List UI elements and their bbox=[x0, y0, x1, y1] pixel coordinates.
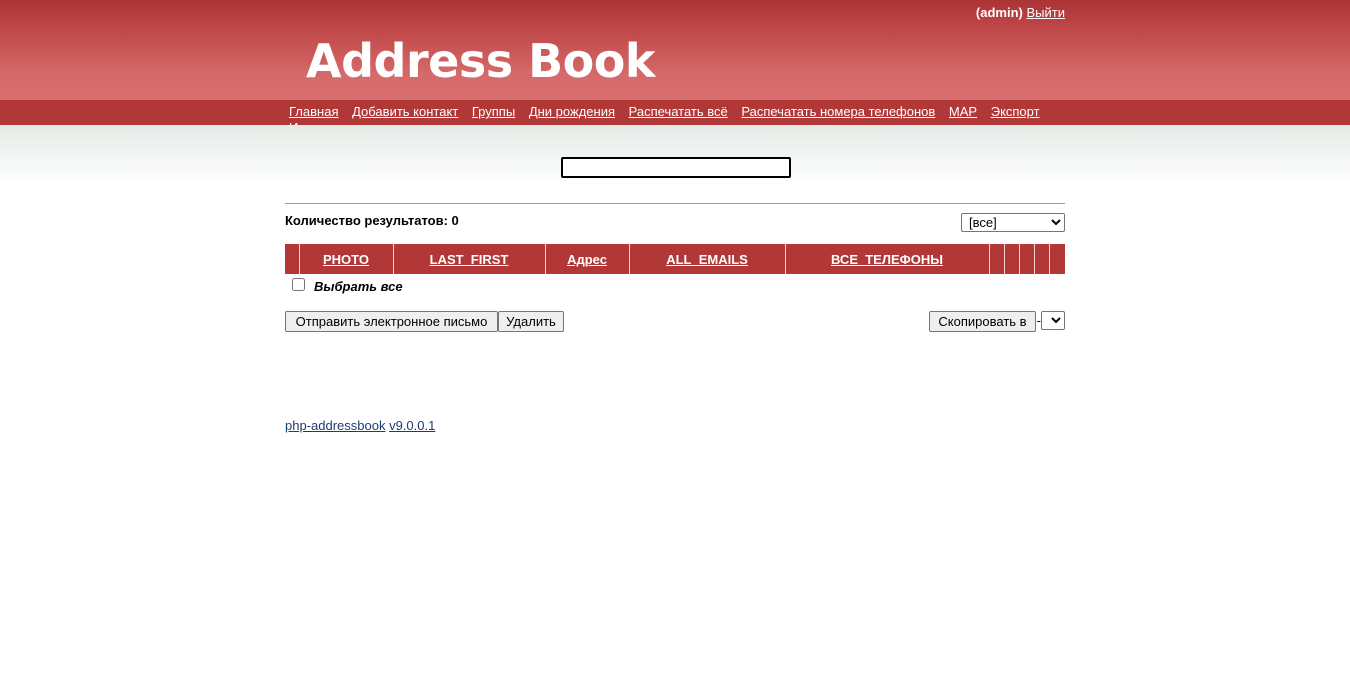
nav-print-phones-link[interactable]: Распечатать номера телефонов bbox=[741, 104, 935, 119]
send-email-button[interactable]: Отправить электронное письмо bbox=[285, 311, 498, 332]
column-header-all-phones[interactable]: ВСЕ_ТЕЛЕФОНЫ bbox=[784, 244, 989, 274]
nav-print-all-link[interactable]: Распечатать всё bbox=[629, 104, 728, 119]
table-header-row: PHOTO LAST_FIRST Адрес ALL_EMAILS ВСЕ_ТЕ… bbox=[285, 244, 1065, 274]
sort-all-emails-link[interactable]: ALL_EMAILS bbox=[666, 252, 748, 267]
copy-target-select[interactable] bbox=[1041, 311, 1065, 330]
nav-birthdays-link[interactable]: Дни рождения bbox=[529, 104, 615, 119]
copy-to-group: Скопировать в - bbox=[925, 311, 1065, 332]
group-filter-select[interactable]: [все] bbox=[961, 213, 1065, 232]
select-all-checkbox[interactable] bbox=[292, 278, 305, 291]
column-header-blank bbox=[1018, 244, 1034, 274]
column-header-all-emails[interactable]: ALL_EMAILS bbox=[628, 244, 785, 274]
search-input[interactable] bbox=[561, 157, 791, 178]
column-header-address[interactable]: Адрес bbox=[544, 244, 629, 274]
select-all-row: Выбрать все bbox=[285, 277, 1065, 301]
user-box: (admin) Выйти bbox=[976, 5, 1065, 20]
column-header-blank bbox=[988, 244, 1004, 274]
column-header-blank bbox=[1003, 244, 1019, 274]
select-all-label[interactable]: Выбрать все bbox=[314, 279, 403, 294]
actions-row: Отправить электронное письмо Удалить Ско… bbox=[285, 311, 1065, 335]
nav-map-link[interactable]: MAP bbox=[949, 104, 977, 119]
app-home-link[interactable]: php-addressbook bbox=[285, 418, 385, 433]
username-label: (admin) bbox=[975, 5, 1023, 20]
results-row: Количество результатов: 0 [все] bbox=[285, 204, 1065, 244]
column-header-blank bbox=[1033, 244, 1049, 274]
logout-link[interactable]: Выйти bbox=[1027, 5, 1066, 20]
sort-address-link[interactable]: Адрес bbox=[567, 252, 607, 267]
sort-all-phones-link[interactable]: ВСЕ_ТЕЛЕФОНЫ bbox=[831, 252, 943, 267]
nav-export-link[interactable]: Экспорт bbox=[991, 104, 1040, 119]
column-header-blank bbox=[1048, 244, 1065, 274]
main-content: Количество результатов: 0 [все] PHOTO LA… bbox=[285, 203, 1065, 335]
column-header-select bbox=[285, 244, 299, 274]
delete-button[interactable]: Удалить bbox=[498, 311, 564, 332]
version-link[interactable]: v9.0.0.1 bbox=[389, 418, 435, 433]
header-banner bbox=[0, 0, 1350, 100]
column-header-photo[interactable]: PHOTO bbox=[298, 244, 393, 274]
nav-home-link[interactable]: Главная bbox=[289, 104, 338, 119]
results-count: Количество результатов: 0 bbox=[285, 213, 459, 228]
nav-add-contact-link[interactable]: Добавить контакт bbox=[352, 104, 458, 119]
column-header-last-first[interactable]: LAST_FIRST bbox=[392, 244, 545, 274]
sort-photo-link[interactable]: PHOTO bbox=[323, 252, 369, 267]
app-logo[interactable]: Address Book bbox=[306, 30, 655, 92]
sort-last-first-link[interactable]: LAST_FIRST bbox=[430, 252, 509, 267]
copy-to-button[interactable]: Скопировать в bbox=[929, 311, 1036, 332]
nav-groups-link[interactable]: Группы bbox=[472, 104, 515, 119]
results-table: PHOTO LAST_FIRST Адрес ALL_EMAILS ВСЕ_ТЕ… bbox=[285, 244, 1065, 274]
footer: php-addressbook v9.0.0.1 bbox=[285, 418, 435, 433]
